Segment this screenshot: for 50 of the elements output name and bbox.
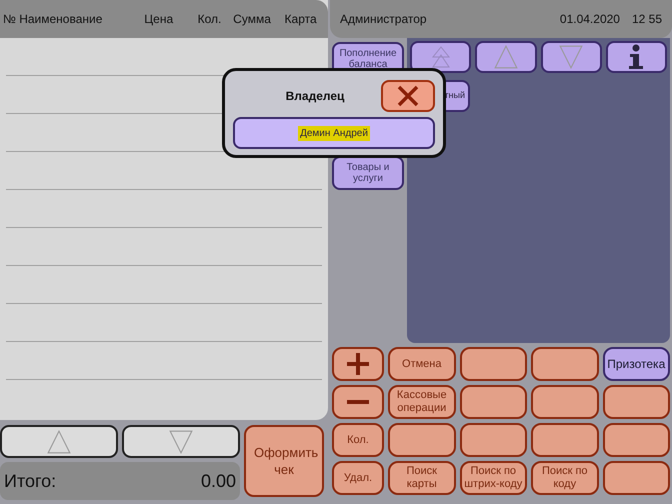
total-value: 0.00 <box>200 470 236 492</box>
keypad-button[interactable]: Удал. <box>332 461 384 495</box>
blank-keypad-button[interactable] <box>602 423 670 457</box>
up-triangle-icon <box>46 428 72 454</box>
down-triangle-icon <box>558 44 584 70</box>
up-triangle-icon <box>492 44 519 70</box>
column-header: Цена <box>144 11 174 28</box>
column-header: № Наименование <box>3 11 104 28</box>
scroll-down-button[interactable] <box>122 425 240 458</box>
nav-button[interactable] <box>475 41 536 73</box>
scroll-up-button[interactable] <box>0 425 118 458</box>
blank-keypad-button[interactable] <box>531 347 598 381</box>
blank-keypad-button[interactable] <box>531 423 598 457</box>
blank-keypad-button[interactable] <box>460 423 527 457</box>
owner-list-item[interactable]: Демин Андрей <box>233 117 435 149</box>
blank-keypad-button[interactable] <box>531 385 598 419</box>
user-name: Администратор <box>340 11 427 28</box>
info-icon <box>627 44 646 70</box>
blank-keypad-button[interactable] <box>388 423 456 457</box>
keypad-button[interactable]: Поиск по штрих-коду <box>460 461 527 495</box>
blank-keypad-button[interactable] <box>460 347 527 381</box>
column-header: Кол. <box>198 11 222 28</box>
total-label: Итого: <box>4 470 56 492</box>
close-button[interactable] <box>381 80 435 112</box>
checkout-button[interactable]: Оформить чек <box>244 425 324 497</box>
dialog-title: Владелец <box>284 88 346 105</box>
date-text: 01.04.2020 <box>560 11 620 28</box>
keypad-button[interactable]: Поиск карты <box>388 461 456 495</box>
minus-button[interactable] <box>332 385 384 419</box>
minus-icon <box>346 400 370 404</box>
keypad-button[interactable]: Поиск по коду <box>531 461 598 495</box>
column-header: Сумма <box>233 11 272 28</box>
time-text: 12 55 <box>632 11 662 28</box>
keypad-button[interactable]: Призотека <box>602 347 670 381</box>
keypad-button[interactable]: Кассовые операции <box>388 385 456 419</box>
close-icon <box>397 85 419 107</box>
info-button[interactable] <box>606 41 667 73</box>
plus-icon <box>346 352 370 376</box>
blank-keypad-button[interactable] <box>602 461 670 495</box>
plus-button[interactable] <box>332 347 384 381</box>
owner-name: Демин Андрей <box>298 126 370 140</box>
down-triangle-icon <box>168 428 194 454</box>
blank-keypad-button[interactable] <box>602 385 670 419</box>
nav-button[interactable] <box>410 41 472 73</box>
keypad-button[interactable]: Отмена <box>388 347 456 381</box>
category-button[interactable]: Товары и услуги <box>332 156 404 190</box>
keypad-button[interactable]: Кол. <box>332 423 384 457</box>
nav-button[interactable] <box>540 41 602 73</box>
column-header: Карта <box>284 11 318 28</box>
blank-keypad-button[interactable] <box>460 385 527 419</box>
